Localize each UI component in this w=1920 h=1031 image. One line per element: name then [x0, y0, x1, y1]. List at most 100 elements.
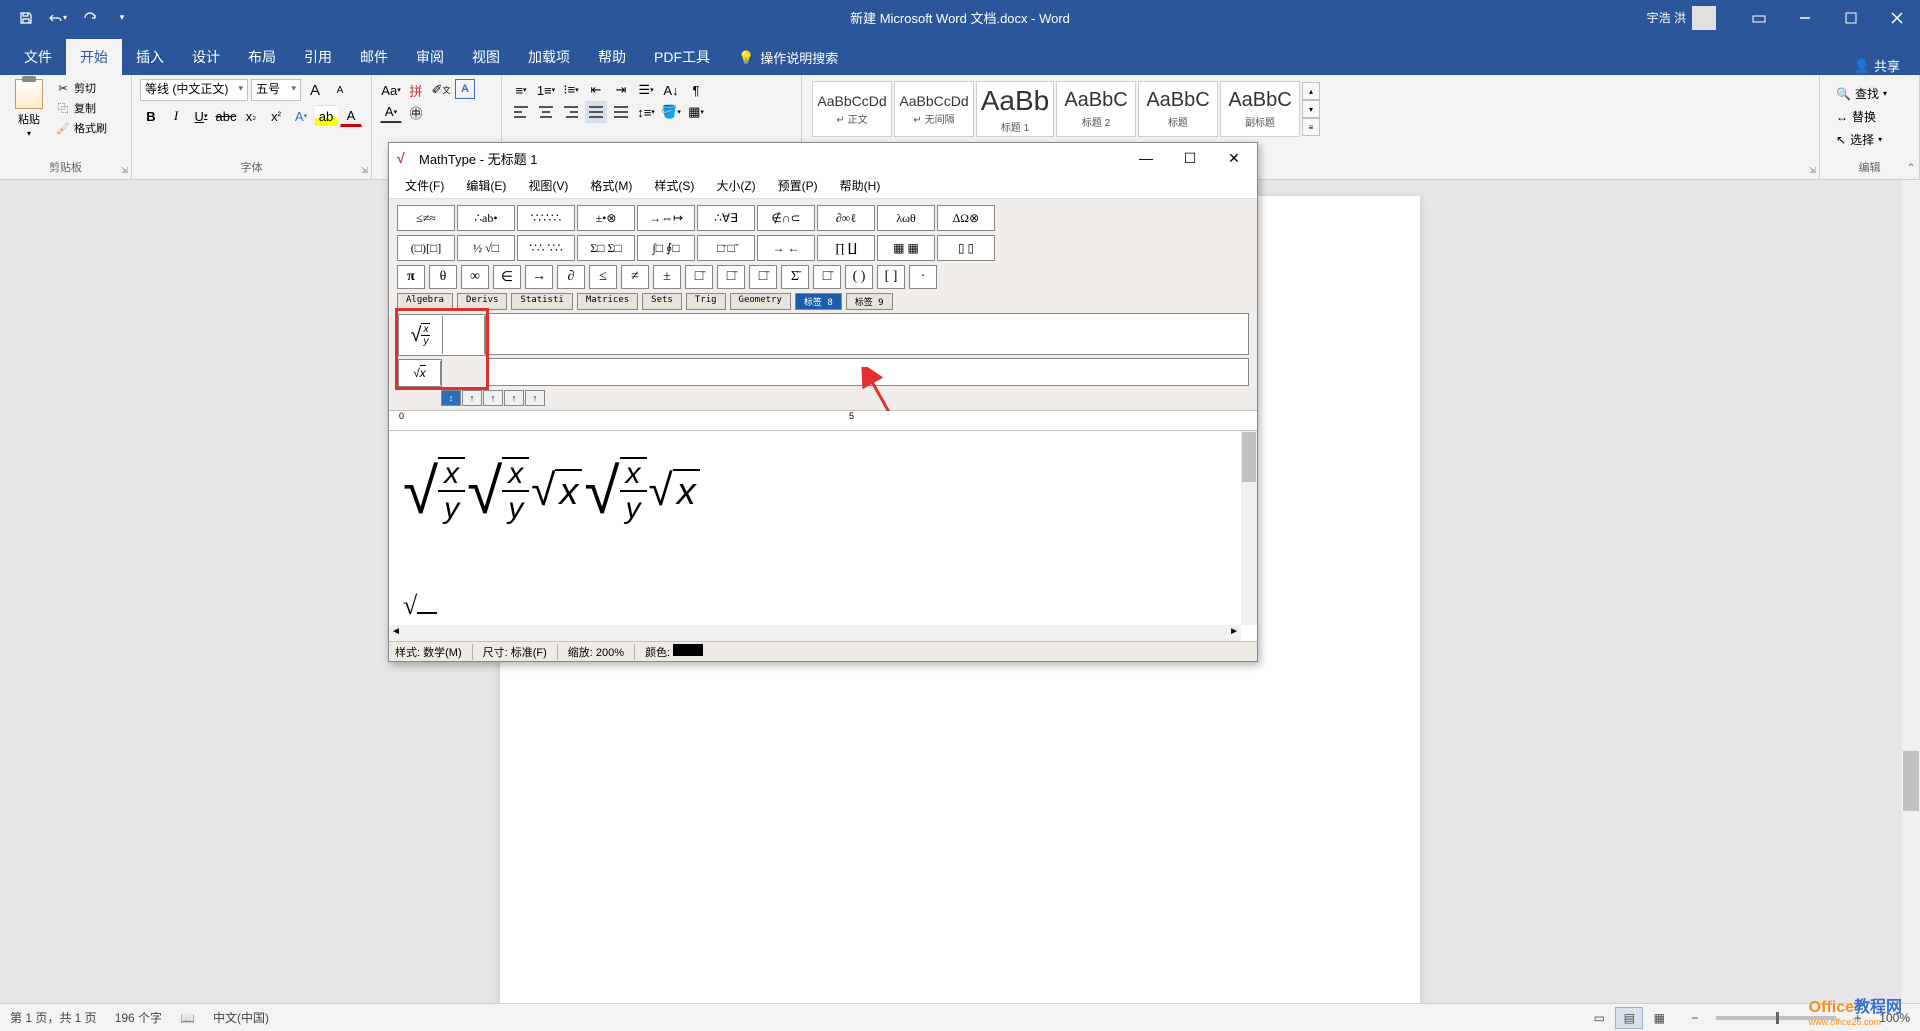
subscript-button[interactable]: x₂ [240, 105, 262, 127]
save-icon[interactable] [12, 4, 40, 32]
mt-tool-arrows[interactable]: →⇔↦ [637, 205, 695, 231]
view-read-icon[interactable]: ▭ [1585, 1007, 1613, 1029]
mt-tmpl-matrices[interactable]: ▦ ▦ [877, 235, 935, 261]
mt-tab-geometry[interactable]: Geometry [730, 293, 791, 310]
character-shading-icon[interactable]: A▾ [380, 101, 402, 123]
mt-menu-view[interactable]: 视图(V) [520, 174, 576, 197]
paste-button[interactable]: 粘贴 ▾ [8, 79, 50, 138]
share-button[interactable]: 👤 共享 [1854, 56, 1900, 75]
close-icon[interactable] [1874, 0, 1920, 35]
mt-slot-sqrt-frac[interactable]: √xy [399, 316, 443, 354]
tab-file[interactable]: 文件 [10, 39, 66, 75]
mt-tab-matrices[interactable]: Matrices [577, 293, 638, 310]
decrease-indent-icon[interactable]: ⇤ [585, 79, 607, 101]
mt-tool-settheory[interactable]: ∉∩⊂ [757, 205, 815, 231]
replace-button[interactable]: ↔替换 [1834, 106, 1905, 127]
character-border-icon[interactable]: A [455, 79, 475, 99]
style-heading2[interactable]: AaBbC标题 2 [1056, 81, 1136, 137]
mt-tool-logic[interactable]: ∴∀∃ [697, 205, 755, 231]
mathtype-maximize-icon[interactable]: ☐ [1175, 144, 1205, 172]
bullets-icon[interactable]: ≡▾ [510, 79, 532, 101]
underline-button[interactable]: U▾ [190, 105, 212, 127]
asian-layout-icon[interactable]: ☰▾ [635, 79, 657, 101]
mt-menu-format[interactable]: 格式(M) [582, 174, 640, 197]
mt-vertical-scrollbar[interactable] [1241, 431, 1257, 625]
shading-icon[interactable]: 🪣▾ [660, 101, 682, 123]
clipboard-launcher-icon[interactable]: ⇲ [120, 165, 128, 176]
mt-tmpl-fences[interactable]: (□)[□] [397, 235, 455, 261]
grow-font-icon[interactable]: A [304, 79, 326, 101]
status-language[interactable]: 中文(中国) [213, 1009, 269, 1026]
mt-menu-help[interactable]: 帮助(H) [832, 174, 889, 197]
align-justify-icon[interactable] [585, 101, 607, 123]
mt-menu-edit[interactable]: 编辑(E) [458, 174, 514, 197]
tab-pdf[interactable]: PDF工具 [640, 39, 724, 75]
tell-me-search[interactable]: 💡 操作说明搜索 [724, 40, 852, 75]
mathtype-minimize-icon[interactable]: — [1131, 144, 1161, 172]
mt-menu-style[interactable]: 样式(S) [646, 174, 702, 197]
mt-custom-row1-rest[interactable] [487, 313, 1249, 355]
mathtype-editor[interactable]: √xy √xy √x √xy √x √ ◄► [389, 431, 1257, 641]
increase-indent-icon[interactable]: ⇥ [610, 79, 632, 101]
font-color-icon[interactable]: A [340, 105, 362, 127]
zoom-out-icon[interactable]: − [1691, 1011, 1698, 1025]
mt-horizontal-scrollbar[interactable]: ◄► [389, 625, 1241, 641]
numbering-icon[interactable]: 1≡▾ [535, 79, 557, 101]
mt-sym-brackets[interactable]: [ ] [877, 265, 905, 289]
line-spacing-icon[interactable]: ↕≡▾ [635, 101, 657, 123]
phonetic-guide-icon[interactable]: 拼 [405, 79, 427, 101]
sort-icon[interactable]: A↓ [660, 79, 682, 101]
status-words[interactable]: 196 个字 [115, 1009, 162, 1026]
tab-insert[interactable]: 插入 [122, 39, 178, 75]
mt-tmpl-sums[interactable]: Σ□ Σ□ [577, 235, 635, 261]
change-case-icon[interactable]: Aa▾ [380, 79, 402, 101]
shrink-font-icon[interactable]: A [329, 79, 351, 101]
mt-tmpl-fractions[interactable]: ½ √□ [457, 235, 515, 261]
superscript-button[interactable]: x² [265, 105, 287, 127]
styles-down-icon[interactable]: ▾ [1302, 100, 1320, 118]
status-page[interactable]: 第 1 页，共 1 页 [10, 1009, 97, 1026]
copy-button[interactable]: ⿻复制 [54, 99, 109, 117]
styles-more-icon[interactable]: ≡ [1302, 118, 1320, 136]
mt-tab-sets[interactable]: Sets [642, 293, 682, 310]
align-right-icon[interactable] [560, 101, 582, 123]
style-normal[interactable]: AaBbCcDd↵ 正文 [812, 81, 892, 137]
mt-sym-pm[interactable]: ± [653, 265, 681, 289]
tab-home[interactable]: 开始 [66, 39, 122, 75]
mt-tmpl-integrals[interactable]: ∫□ ∮□ [637, 235, 695, 261]
mathtype-formula[interactable]: √xy √xy √x √xy √x [403, 441, 1243, 541]
mt-nav-4[interactable]: ↑ [504, 390, 524, 406]
mt-sym-bar4[interactable]: □̄ [813, 265, 841, 289]
mt-sym-in[interactable]: ∈ [493, 265, 521, 289]
mt-vscroll-thumb[interactable] [1242, 432, 1256, 482]
tab-addins[interactable]: 加载项 [514, 39, 584, 75]
mt-slot-sqrt-x[interactable]: √x [399, 361, 441, 385]
mt-tab-label8[interactable]: 标签 8 [795, 293, 842, 310]
bold-button[interactable]: B [140, 105, 162, 127]
mt-tab-label9[interactable]: 标签 9 [846, 293, 893, 310]
align-distributed-icon[interactable] [610, 101, 632, 123]
minimize-icon[interactable] [1782, 0, 1828, 35]
clear-format-icon[interactable]: ✐文 [430, 79, 452, 101]
mt-tool-relational[interactable]: ≤≠≈ [397, 205, 455, 231]
mt-tool-misc[interactable]: ∂∞ℓ [817, 205, 875, 231]
view-print-icon[interactable]: ▤ [1615, 1007, 1643, 1029]
mt-tab-statistics[interactable]: Statisti [511, 293, 572, 310]
styles-up-icon[interactable]: ▴ [1302, 82, 1320, 100]
ribbon-display-icon[interactable] [1736, 0, 1782, 35]
style-subtitle[interactable]: AaBbC副标题 [1220, 81, 1300, 137]
mt-nav-1[interactable]: ↕ [441, 390, 461, 406]
maximize-icon[interactable] [1828, 0, 1874, 35]
mathtype-close-icon[interactable]: ✕ [1219, 144, 1249, 172]
tab-review[interactable]: 审阅 [402, 39, 458, 75]
mt-nav-2[interactable]: ↑ [462, 390, 482, 406]
tab-references[interactable]: 引用 [290, 39, 346, 75]
mt-nav-5[interactable]: ↑ [525, 390, 545, 406]
mt-sym-dot[interactable]: · [909, 265, 937, 289]
align-center-icon[interactable] [535, 101, 557, 123]
mt-sym-le[interactable]: ≤ [589, 265, 617, 289]
mt-sym-bar3[interactable]: □̄ [749, 265, 777, 289]
mt-sym-sum[interactable]: Σ̄ [781, 265, 809, 289]
tab-view[interactable]: 视图 [458, 39, 514, 75]
tab-layout[interactable]: 布局 [234, 39, 290, 75]
